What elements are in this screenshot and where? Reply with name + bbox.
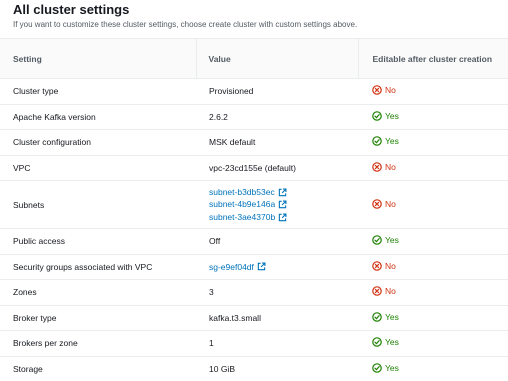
status-yes: Yes [372, 312, 399, 322]
editable-status: Yes [358, 104, 508, 130]
success-check-icon [372, 235, 382, 246]
external-link-icon [278, 213, 287, 221]
editable-status: Yes [358, 229, 508, 255]
error-x-icon [372, 161, 382, 172]
setting-value-links: sg-e9ef04df [196, 254, 358, 280]
setting-value: 10 GiB [209, 363, 235, 374]
status-no: No [372, 199, 396, 209]
panel-title: All cluster settings [13, 2, 130, 17]
setting-value: 1 [209, 338, 214, 349]
success-check-icon [372, 311, 382, 322]
success-check-icon [372, 337, 382, 348]
status-no: No [372, 85, 396, 95]
status-label: Yes [385, 311, 399, 322]
status-yes: Yes [372, 235, 399, 245]
table-row: Subnets subnet-b3db53ec subnet-4b9e146a sub… [0, 180, 508, 229]
table-row: Brokers per zone 1 Yes [0, 330, 508, 357]
editable-status: Yes [358, 305, 508, 331]
setting-name: VPC [13, 162, 31, 173]
status-no: No [372, 286, 396, 296]
status-label: No [385, 198, 396, 209]
error-x-icon [372, 286, 382, 297]
status-no: No [372, 261, 396, 271]
column-header-value: Value [195, 38, 358, 79]
panel-header: All cluster settings If you want to cust… [0, 0, 508, 38]
editable-status: No [358, 254, 508, 280]
success-check-icon [372, 362, 382, 373]
table-row: Cluster type Provisioned No [0, 78, 508, 105]
status-label: Yes [385, 235, 399, 246]
settings-table: Setting Value Editable after cluster cre… [0, 38, 508, 381]
external-link-icon [278, 200, 287, 209]
setting-name: Apache Kafka version [13, 111, 96, 122]
setting-name: Cluster configuration [13, 137, 91, 148]
column-header-setting: Setting [13, 53, 42, 64]
table-body: Cluster type Provisioned No Apache Kafka ve… [0, 78, 508, 381]
setting-value-links: subnet-b3db53ec subnet-4b9e146a subnet-3ae… [196, 181, 358, 229]
status-label: No [385, 85, 396, 96]
setting-value: kafka.t3.small [209, 312, 261, 323]
table-row: Public access Off Yes [0, 228, 508, 255]
setting-value: 3 [209, 287, 214, 298]
panel-description: If you want to customize these cluster s… [13, 20, 358, 29]
error-x-icon [372, 85, 382, 96]
setting-value: Off [209, 236, 221, 247]
setting-value: MSK default [209, 137, 256, 148]
editable-status: No [358, 280, 508, 306]
table-row: Storage 10 GiB Yes [0, 356, 508, 381]
editable-status: Yes [358, 356, 508, 381]
setting-name: Subnets [13, 199, 45, 210]
setting-name: Zones [13, 287, 37, 298]
editable-status: No [358, 79, 508, 105]
editable-status: Yes [358, 331, 508, 357]
table-row: VPC vpc-23cd155e (default) No [0, 155, 508, 181]
resource-link[interactable]: subnet-b3db53ec [209, 186, 358, 199]
status-yes: Yes [372, 136, 399, 146]
editable-status: Yes [358, 130, 508, 156]
table-row: Apache Kafka version 2.6.2 Yes [0, 104, 508, 130]
success-check-icon [372, 110, 382, 121]
setting-name: Cluster type [13, 86, 59, 97]
resource-link-text: subnet-4b9e146a [209, 199, 276, 210]
success-check-icon [372, 136, 382, 147]
setting-value: Provisioned [209, 86, 254, 97]
status-label: Yes [385, 362, 399, 373]
status-yes: Yes [372, 337, 399, 347]
table-header-row: Setting Value Editable after cluster cre… [0, 38, 508, 79]
status-yes: Yes [372, 111, 399, 121]
table-row: Broker type kafka.t3.small Yes [0, 305, 508, 331]
editable-status: No [358, 181, 508, 229]
setting-name: Broker type [13, 312, 57, 323]
setting-name: Public access [13, 236, 65, 247]
resource-link[interactable]: subnet-3ae4370b [209, 211, 358, 224]
column-header-editable: Editable after cluster creation [357, 38, 508, 79]
external-link-icon [278, 188, 287, 196]
status-label: Yes [385, 337, 399, 348]
resource-link-text: subnet-3ae4370b [209, 211, 276, 222]
setting-value: vpc-23cd155e (default) [209, 162, 296, 173]
setting-name: Storage [13, 363, 43, 374]
setting-name: Brokers per zone [13, 338, 78, 349]
external-link-icon [257, 262, 266, 271]
status-label: Yes [385, 110, 399, 121]
table-row: Security groups associated with VPC sg-e9… [0, 254, 508, 280]
editable-status: No [358, 155, 508, 181]
status-label: No [385, 286, 396, 297]
error-x-icon [372, 260, 382, 271]
resource-link[interactable]: subnet-4b9e146a [209, 198, 358, 211]
status-no: No [372, 162, 396, 172]
setting-name: Security groups associated with VPC [13, 261, 153, 272]
status-label: No [385, 161, 396, 172]
resource-link-text: sg-e9ef04df [209, 261, 254, 272]
resource-link[interactable]: sg-e9ef04df [209, 261, 358, 274]
error-x-icon [372, 198, 382, 209]
table-row: Cluster configuration MSK default Yes [0, 129, 508, 156]
status-label: Yes [385, 136, 399, 147]
cluster-settings-panel: All cluster settings If you want to cust… [0, 0, 508, 381]
resource-link-text: subnet-b3db53ec [209, 186, 275, 197]
status-label: No [385, 260, 396, 271]
table-row: Zones 3 No [0, 279, 508, 306]
status-yes: Yes [372, 363, 399, 373]
setting-value: 2.6.2 [209, 111, 228, 122]
